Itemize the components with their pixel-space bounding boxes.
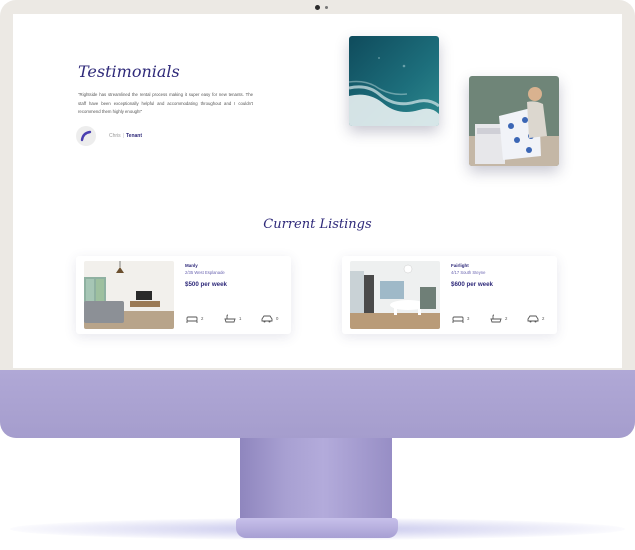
bed-icon [452,316,464,323]
listing-suburb: Fairlight [451,263,469,268]
bed-icon [186,316,198,323]
testimonial-quote: "Rightside has streamlined the rental pr… [78,92,253,115]
sensor-dot [325,6,328,9]
website-screen: Testimonials "Rightside has streamlined … [13,14,622,368]
listing-photo[interactable] [84,261,174,329]
listing-price: $500 per week [185,281,227,288]
listing-suburb: Manly [185,263,198,268]
author-avatar-icon [76,126,96,146]
bathrooms-count: 2 [505,316,508,321]
car-icon [261,315,273,323]
ocean-aerial-photo [349,36,439,126]
current-listings-heading: Current Listings [263,217,372,232]
listing-card-manly[interactable]: Manly 2/35 West Esplanade $500 per week … [76,256,291,334]
testimonials-heading: Testimonials [78,62,180,81]
child-laundry-photo [469,76,559,166]
listing-address: 4/17 South Steyne [451,270,486,275]
author-line: Chris | Tenant [109,133,142,139]
monitor-stand-neck [240,433,392,523]
monitor-chin [0,370,635,438]
bedrooms-count: 2 [201,316,204,321]
car-icon [527,315,539,323]
bath-icon [490,314,502,323]
camera-icon [315,5,320,10]
parking-count: 0 [276,316,279,321]
listing-address: 2/35 West Esplanade [185,270,225,275]
listing-photo[interactable] [350,261,440,329]
author-name: Chris [109,133,121,139]
bedrooms-count: 3 [467,316,470,321]
monitor-stand-foot [236,518,398,538]
author-role: Tenant [125,133,143,139]
parking-count: 2 [542,316,545,321]
bathrooms-count: 1 [239,316,242,321]
listing-price: $600 per week [451,281,493,288]
bath-icon [224,314,236,323]
listing-card-fairlight[interactable]: Fairlight 4/17 South Steyne $600 per wee… [342,256,557,334]
